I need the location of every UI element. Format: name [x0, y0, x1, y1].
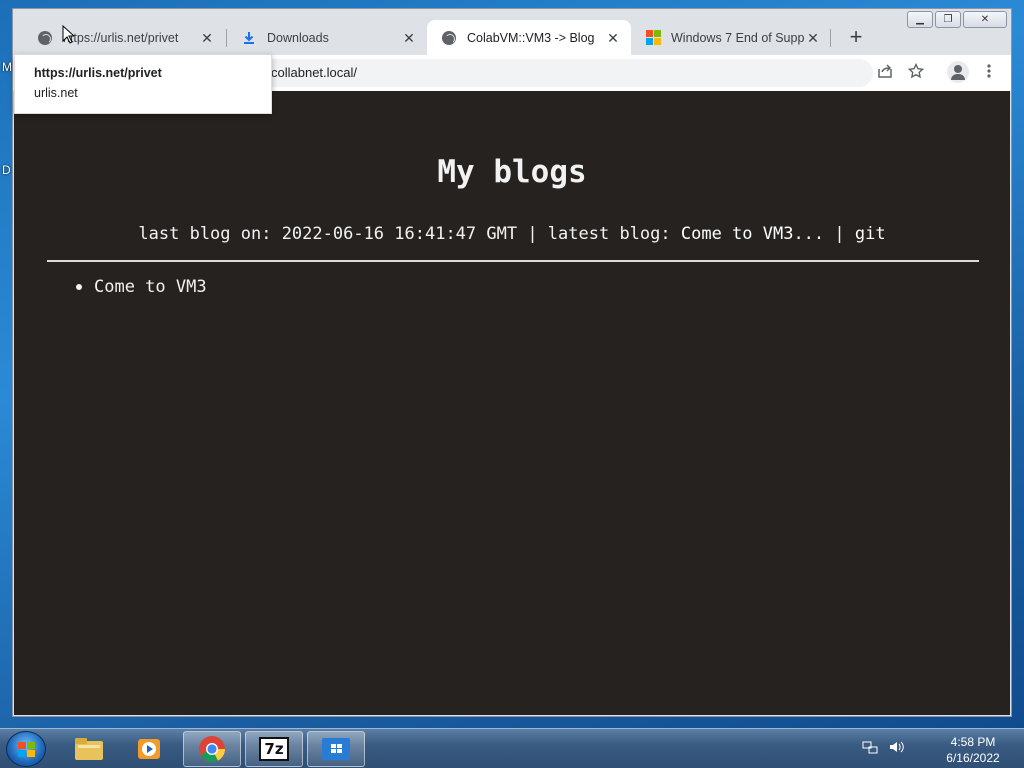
meta-text: last blog on: 2022-06-16 16:41:47 GMT | … [138, 224, 681, 244]
git-link[interactable]: git [855, 224, 886, 244]
tooltip-domain: urlis.net [34, 86, 78, 100]
tab-windows7-end-of-support[interactable]: Windows 7 End of Suppo ✕ [631, 20, 831, 55]
microsoft-logo-icon [645, 30, 661, 46]
meta-separator: | [824, 224, 855, 244]
7zip-icon[interactable]: 7z [245, 731, 303, 767]
7zip-label: 7z [259, 737, 289, 761]
tab-title: Windows 7 End of Suppo [671, 30, 805, 45]
close-window-button[interactable]: ✕ [963, 11, 1007, 28]
tab-downloads[interactable]: Downloads ✕ [227, 20, 427, 55]
blog-meta-line: last blog on: 2022-06-16 16:41:47 GMT | … [14, 224, 1010, 244]
post-link[interactable]: Come to VM3 [94, 277, 207, 297]
page-title: My blogs [437, 154, 587, 190]
share-icon[interactable] [875, 63, 895, 83]
close-icon[interactable]: ✕ [805, 30, 821, 46]
clock-date: 6/16/2022 [946, 751, 1000, 765]
profile-avatar-icon[interactable] [947, 61, 969, 83]
tab-urlis-privet[interactable]: https://urlis.net/privet ✕ [23, 20, 225, 55]
globe-icon [441, 30, 457, 46]
file-explorer-icon[interactable] [60, 731, 118, 767]
tab-title: https://urlis.net/privet [63, 30, 179, 45]
tab-title: Downloads [267, 30, 329, 45]
divider [47, 260, 979, 262]
window-controls: ▁ ❐ ✕ [907, 11, 1007, 28]
chrome-icon[interactable] [183, 731, 241, 767]
mouse-cursor-icon [62, 25, 74, 44]
address-bar[interactable]: collabnet.local/ [173, 59, 873, 87]
globe-icon [37, 30, 53, 46]
volume-icon[interactable] [888, 739, 906, 758]
tab-separator [830, 29, 831, 47]
page-content: My blogs last blog on: 2022-06-16 16:41:… [14, 91, 1010, 715]
tooltip-title: https://urlis.net/privet [34, 66, 162, 80]
clock[interactable]: 4:58 PM 6/16/2022 [930, 734, 1016, 766]
menu-kebab-icon[interactable] [979, 63, 999, 83]
list-item: Come to VM3 [76, 277, 207, 297]
desktop-icon-label-fragment[interactable]: M [2, 60, 12, 74]
windows-app-icon[interactable] [307, 731, 365, 767]
tab-title: ColabVM::VM3 -> Blog [467, 30, 595, 45]
download-icon [241, 30, 257, 46]
minimize-button[interactable]: ▁ [907, 11, 933, 28]
start-button[interactable] [6, 731, 46, 767]
latest-blog-link[interactable]: Come to VM3... [681, 224, 824, 244]
taskbar: 7z 4:58 PM 6/16/2022 [0, 728, 1024, 768]
clock-time: 4:58 PM [950, 735, 996, 749]
tab-colabvm-blog[interactable]: ColabVM::VM3 -> Blog ✕ [427, 20, 631, 55]
chrome-window: https://urlis.net/privet ✕ Downloads ✕ C… [12, 8, 1012, 717]
post-list: Come to VM3 [76, 277, 207, 297]
system-tray [862, 739, 906, 758]
address-url: collabnet.local/ [271, 65, 357, 80]
close-icon[interactable]: ✕ [199, 30, 215, 46]
close-icon[interactable]: ✕ [605, 30, 621, 46]
tab-hover-tooltip: https://urlis.net/privet urlis.net [14, 54, 272, 114]
bookmark-star-icon[interactable] [906, 62, 926, 83]
bullet-icon [76, 284, 82, 290]
new-tab-button[interactable]: + [843, 25, 869, 51]
network-icon[interactable] [862, 739, 878, 758]
close-icon[interactable]: ✕ [401, 30, 417, 46]
desktop-icon-label-fragment[interactable]: D [2, 163, 11, 177]
windows-flag-icon [18, 742, 35, 757]
media-player-icon[interactable] [121, 731, 179, 767]
tab-strip: https://urlis.net/privet ✕ Downloads ✕ C… [13, 9, 1011, 55]
restore-button[interactable]: ❐ [935, 11, 961, 28]
